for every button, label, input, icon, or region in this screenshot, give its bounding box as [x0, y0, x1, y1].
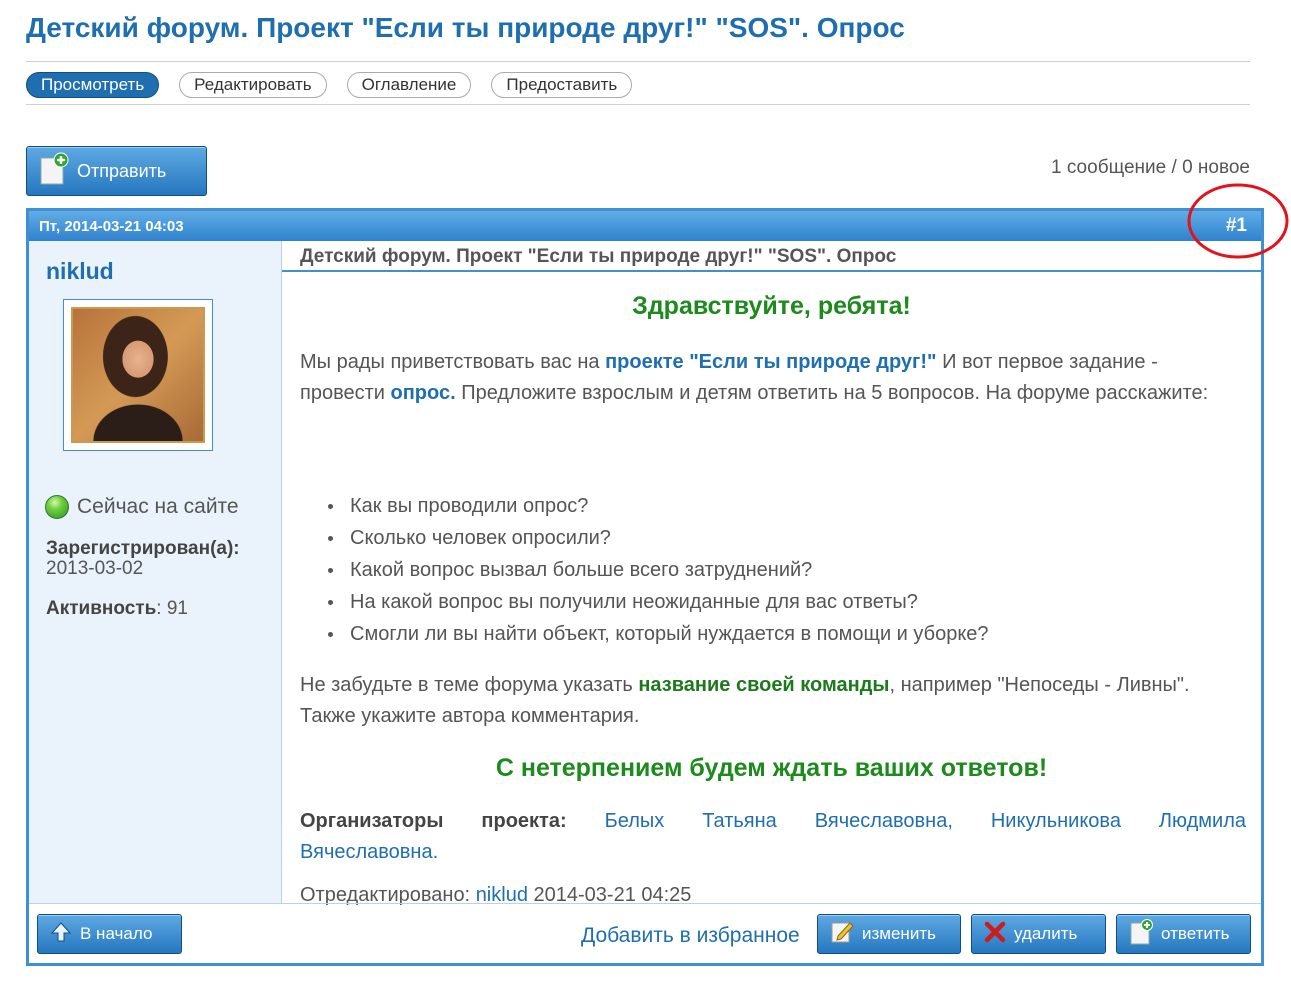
author-sidebar: niklud Сейчас на сайте Зарегистрирован(а… [29, 241, 282, 903]
organizers-names-continued[interactable]: Вячеславовна. [300, 837, 438, 868]
highlight-circle [1187, 183, 1289, 259]
tab-share[interactable]: Предоставить [491, 72, 633, 98]
closing-heading: С нетерпением будем ждать ваших ответов! [495, 754, 1048, 782]
post-body: Здравствуйте, ребята! Мы рады приветство… [282, 270, 1261, 906]
registered-label: Зарегистрирован(а): [46, 538, 240, 559]
delete-x-icon [984, 921, 1006, 948]
reminder-paragraph: Не забудьте в теме форума указать назван… [300, 670, 1248, 732]
list-item: Какой вопрос вызвал больше всего затрудн… [324, 554, 989, 586]
activity-label: Активность [46, 598, 157, 619]
arrow-up-icon [50, 921, 72, 948]
list-item: Как вы проводили опрос? [324, 490, 989, 522]
intro-text: Предложите взрослым и детям ответить на … [455, 382, 1209, 404]
page-title: Детский форум. Проект "Если ты природе д… [26, 12, 905, 43]
avatar-image [71, 307, 205, 443]
back-to-top-button[interactable]: В начало [37, 914, 182, 954]
pencil-icon [830, 920, 854, 949]
reply-document-icon [1129, 918, 1153, 950]
tab-edit[interactable]: Редактировать [179, 72, 327, 98]
intro-text: Мы рады приветствовать вас на [300, 351, 606, 373]
organizers-names[interactable]: Белых Татьяна Вячеславовна, Никульникова… [605, 810, 1246, 832]
questions-list: Как вы проводили опрос? Сколько человек … [324, 490, 989, 650]
online-icon [45, 495, 69, 519]
add-favorite-link[interactable]: Добавить в избранное [581, 924, 800, 948]
post-date: Пт, 2014-03-21 04:03 [39, 218, 184, 235]
edit-button[interactable]: изменить [817, 914, 961, 954]
reply-label: ответить [1161, 924, 1230, 943]
online-status-label: Сейчас на сайте [77, 495, 239, 518]
submit-button[interactable]: Отправить [26, 146, 207, 196]
activity-value: : 91 [156, 598, 188, 619]
back-to-top-label: В начало [80, 924, 153, 943]
post-count: 1 сообщение / 0 новое [1051, 157, 1250, 178]
greeting-heading: Здравствуйте, ребята! [632, 292, 911, 320]
reply-button[interactable]: ответить [1116, 914, 1251, 954]
organizers-label: Организаторы проекта: [300, 810, 567, 832]
survey-link[interactable]: опрос. [391, 382, 456, 404]
forum-post: Пт, 2014-03-21 04:03 #1 niklud Сейчас на… [26, 208, 1264, 966]
avatar[interactable] [63, 299, 213, 451]
list-item: На какой вопрос вы получили неожиданные … [324, 586, 989, 618]
divider [26, 61, 1250, 62]
tab-view[interactable]: Просмотреть [26, 72, 160, 98]
project-link[interactable]: проекте "Если ты природе друг!" [605, 351, 936, 373]
list-item: Сколько человек опросили? [324, 522, 989, 554]
list-item: Смогли ли вы найти объект, который нужда… [324, 618, 989, 650]
organizers-line: Организаторы проекта: Белых Татьяна Вяче… [300, 806, 1246, 837]
intro-paragraph: Мы рады приветствовать вас на проекте "Е… [300, 347, 1248, 409]
activity: Активность: 91 [46, 598, 188, 620]
new-document-icon [39, 152, 69, 191]
post-subject: Детский форум. Проект "Если ты природе д… [300, 246, 897, 267]
delete-label: удалить [1014, 924, 1078, 943]
divider [26, 104, 1250, 105]
submit-label: Отправить [77, 160, 167, 181]
tab-bar: Просмотреть Редактировать Оглавление Пре… [26, 72, 633, 98]
tab-contents[interactable]: Оглавление [346, 72, 472, 98]
reminder-text: Не забудьте в теме форума указать [300, 674, 639, 696]
delete-button[interactable]: удалить [971, 914, 1106, 954]
registered-date: 2013-03-02 [46, 558, 144, 579]
post-content: Детский форум. Проект "Если ты природе д… [282, 241, 1261, 906]
post-header: Пт, 2014-03-21 04:03 #1 [29, 211, 1261, 241]
online-status: Сейчас на сайте [45, 495, 239, 519]
edit-label: изменить [862, 924, 936, 943]
author-username[interactable]: niklud [46, 258, 114, 285]
post-footer: В начало Добавить в избранное изменить у… [29, 903, 1261, 963]
team-name-emphasis: название своей команды [638, 674, 890, 696]
